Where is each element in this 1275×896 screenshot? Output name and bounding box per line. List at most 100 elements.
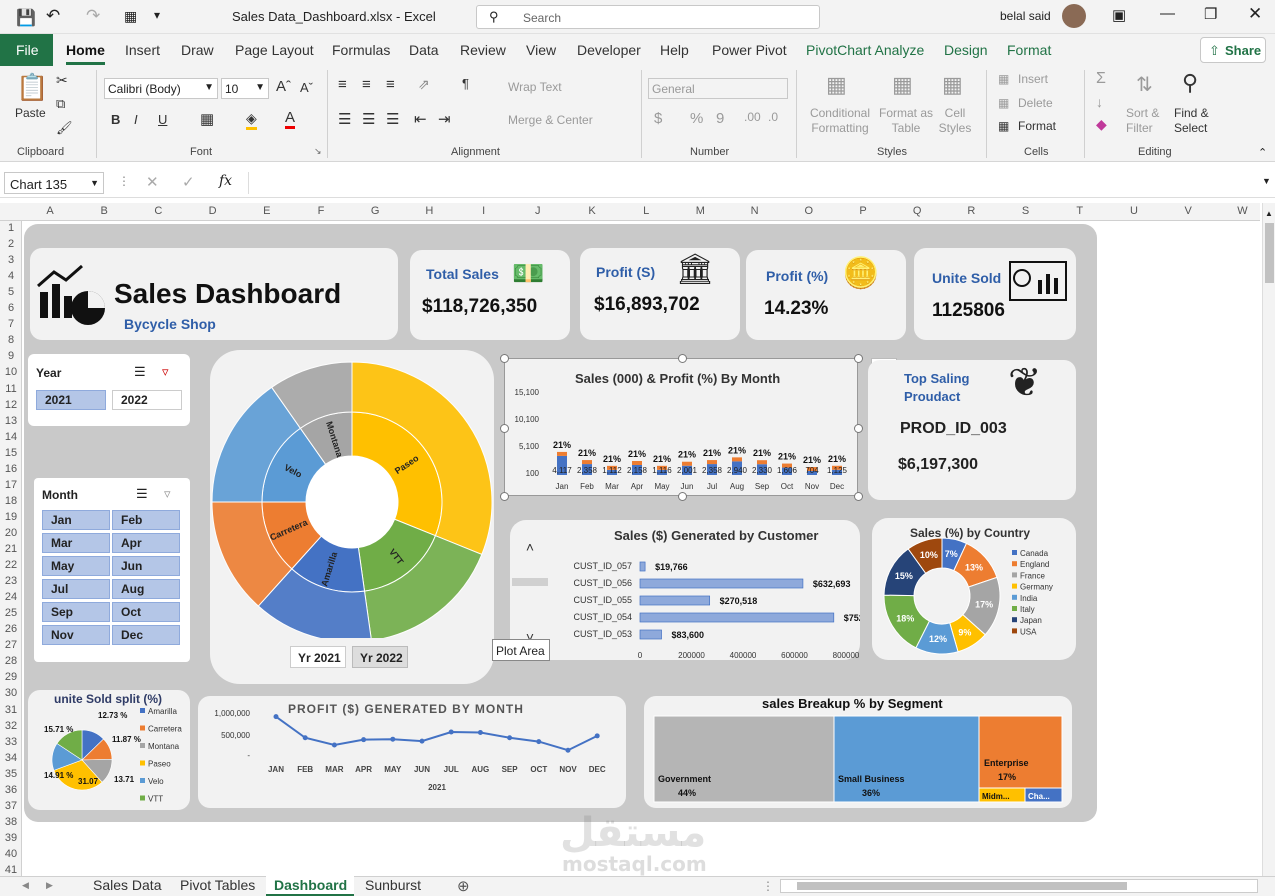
sheet-tab-sunburst[interactable]: Sunburst [365,877,421,893]
profit-point[interactable] [361,737,367,743]
paste-icon[interactable]: 📋 [16,72,48,103]
customer-bar[interactable] [639,595,711,606]
find-select-button[interactable]: Find & Select [1174,106,1218,136]
profit-point[interactable] [536,739,542,745]
row-header[interactable]: 19 [0,511,22,523]
format-cells-button[interactable]: Format [1018,119,1056,133]
increase-font-icon[interactable]: Aˆ [276,78,291,95]
row-header[interactable]: 21 [0,543,22,555]
slicer-item-may[interactable]: May [42,556,110,576]
row-header[interactable]: 29 [0,671,22,683]
slicer-item-jun[interactable]: Jun [112,556,180,576]
row-header[interactable]: 20 [0,527,22,539]
font-color-icon[interactable]: A [285,109,296,129]
tab-view[interactable]: View [526,42,556,58]
tab-file[interactable]: File [0,34,53,66]
align-top-icon[interactable]: ≡ [338,76,347,93]
sheet-tab-sales-data[interactable]: Sales Data [93,877,161,893]
tab-developer[interactable]: Developer [577,42,641,58]
paste-button[interactable]: Paste [15,106,46,120]
fill-color-icon[interactable]: ◈ [246,110,257,130]
autosum-icon[interactable]: Σ [1096,70,1106,88]
decrease-decimal-icon[interactable]: .0 [768,110,778,124]
sunburst-chart[interactable]: PaseoVTTAmarillaCarreteraVeloMontana [210,358,494,638]
redo-icon[interactable]: ↷ [86,6,100,26]
profit-bar[interactable] [557,451,567,456]
align-bottom-icon[interactable]: ≡ [386,76,395,93]
scroll-left-icon[interactable]: ◀ [22,880,29,891]
selection-handle[interactable] [500,492,509,501]
slicer-item-apr[interactable]: Apr [112,533,180,553]
row-header[interactable]: 24 [0,591,22,603]
tab-help[interactable]: Help [660,42,689,58]
underline-icon[interactable]: U [158,112,167,127]
copy-icon[interactable]: ⧉ [56,96,65,112]
column-header[interactable]: H [402,205,456,217]
search-box[interactable]: ⚲ Search [476,5,820,29]
row-header[interactable]: 13 [0,415,22,427]
customize-qat-icon[interactable]: ▾ [154,8,160,22]
tab-draw[interactable]: Draw [181,42,214,58]
profit-point[interactable] [273,714,279,720]
row-header[interactable]: 35 [0,768,22,780]
column-header[interactable]: L [619,205,673,217]
slicer-item-dec[interactable]: Dec [112,625,180,645]
format-as-table-button[interactable]: Format as Table [878,106,934,136]
segment-rect[interactable] [978,715,1063,789]
column-header[interactable]: Q [890,205,944,217]
name-box[interactable]: Chart 135 ▼ [4,172,104,194]
column-header[interactable]: J [511,205,565,217]
yr2021-button[interactable]: Yr 2021 [290,646,346,668]
number-format-dropdown[interactable]: General [648,78,788,99]
scroll-up-icon[interactable]: ▲ [1265,209,1273,218]
row-header[interactable]: 41 [0,864,22,876]
selection-handle[interactable] [854,424,863,433]
align-left-icon[interactable]: ☰ [338,110,351,128]
collapse-ribbon-icon[interactable]: ⌃ [1258,146,1267,159]
profit-bar[interactable] [707,460,717,465]
percent-icon[interactable]: % [690,110,703,127]
customer-bar[interactable] [639,578,804,589]
close-icon[interactable]: ✕ [1248,4,1262,24]
tab-formulas[interactable]: Formulas [332,42,390,58]
tab-review[interactable]: Review [460,42,506,58]
row-header[interactable]: 33 [0,736,22,748]
slicer-item-2022[interactable]: 2022 [112,390,182,410]
vertical-scrollbar[interactable]: ▲ [1262,203,1275,876]
column-header[interactable]: D [186,205,240,217]
row-header[interactable]: 38 [0,816,22,828]
row-header[interactable]: 18 [0,495,22,507]
row-header[interactable]: 28 [0,655,22,667]
tab-data[interactable]: Data [409,42,439,58]
row-header[interactable]: 37 [0,800,22,812]
horizontal-scrollbar[interactable] [780,879,1258,893]
column-header[interactable]: A [23,205,77,217]
profit-bar[interactable] [757,460,767,465]
row-header[interactable]: 4 [0,270,22,282]
align-middle-icon[interactable]: ≡ [362,76,371,93]
slicer-item-aug[interactable]: Aug [112,579,180,599]
slicer-item-nov[interactable]: Nov [42,625,110,645]
profit-point[interactable] [419,738,425,744]
font-size-dropdown[interactable]: 10 ▼ [221,78,269,99]
column-header[interactable]: K [565,205,619,217]
column-header[interactable]: B [77,205,131,217]
profit-bar[interactable] [582,460,592,465]
tab-pivotchart-analyze[interactable]: PivotChart Analyze [806,42,924,58]
sort-filter-button[interactable]: Sort & Filter [1126,106,1166,136]
row-header[interactable]: 26 [0,623,22,635]
row-header[interactable]: 30 [0,687,22,699]
row-header[interactable]: 5 [0,286,22,298]
clear-icon[interactable]: ◆ [1096,116,1107,133]
selection-handle[interactable] [678,354,687,363]
row-header[interactable]: 9 [0,350,22,362]
tab-format[interactable]: Format [1007,42,1051,58]
multi-select-icon[interactable]: ☰ [136,486,148,502]
clear-filter-icon[interactable]: ▿ [162,364,169,380]
restore-icon[interactable]: ❐ [1204,5,1217,23]
row-header[interactable]: 10 [0,366,22,378]
multi-select-icon[interactable]: ☰ [134,364,146,380]
format-table-icon[interactable]: ▦ [892,72,913,98]
formula-input[interactable] [248,172,1273,194]
find-icon[interactable]: ⚲ [1182,70,1198,96]
